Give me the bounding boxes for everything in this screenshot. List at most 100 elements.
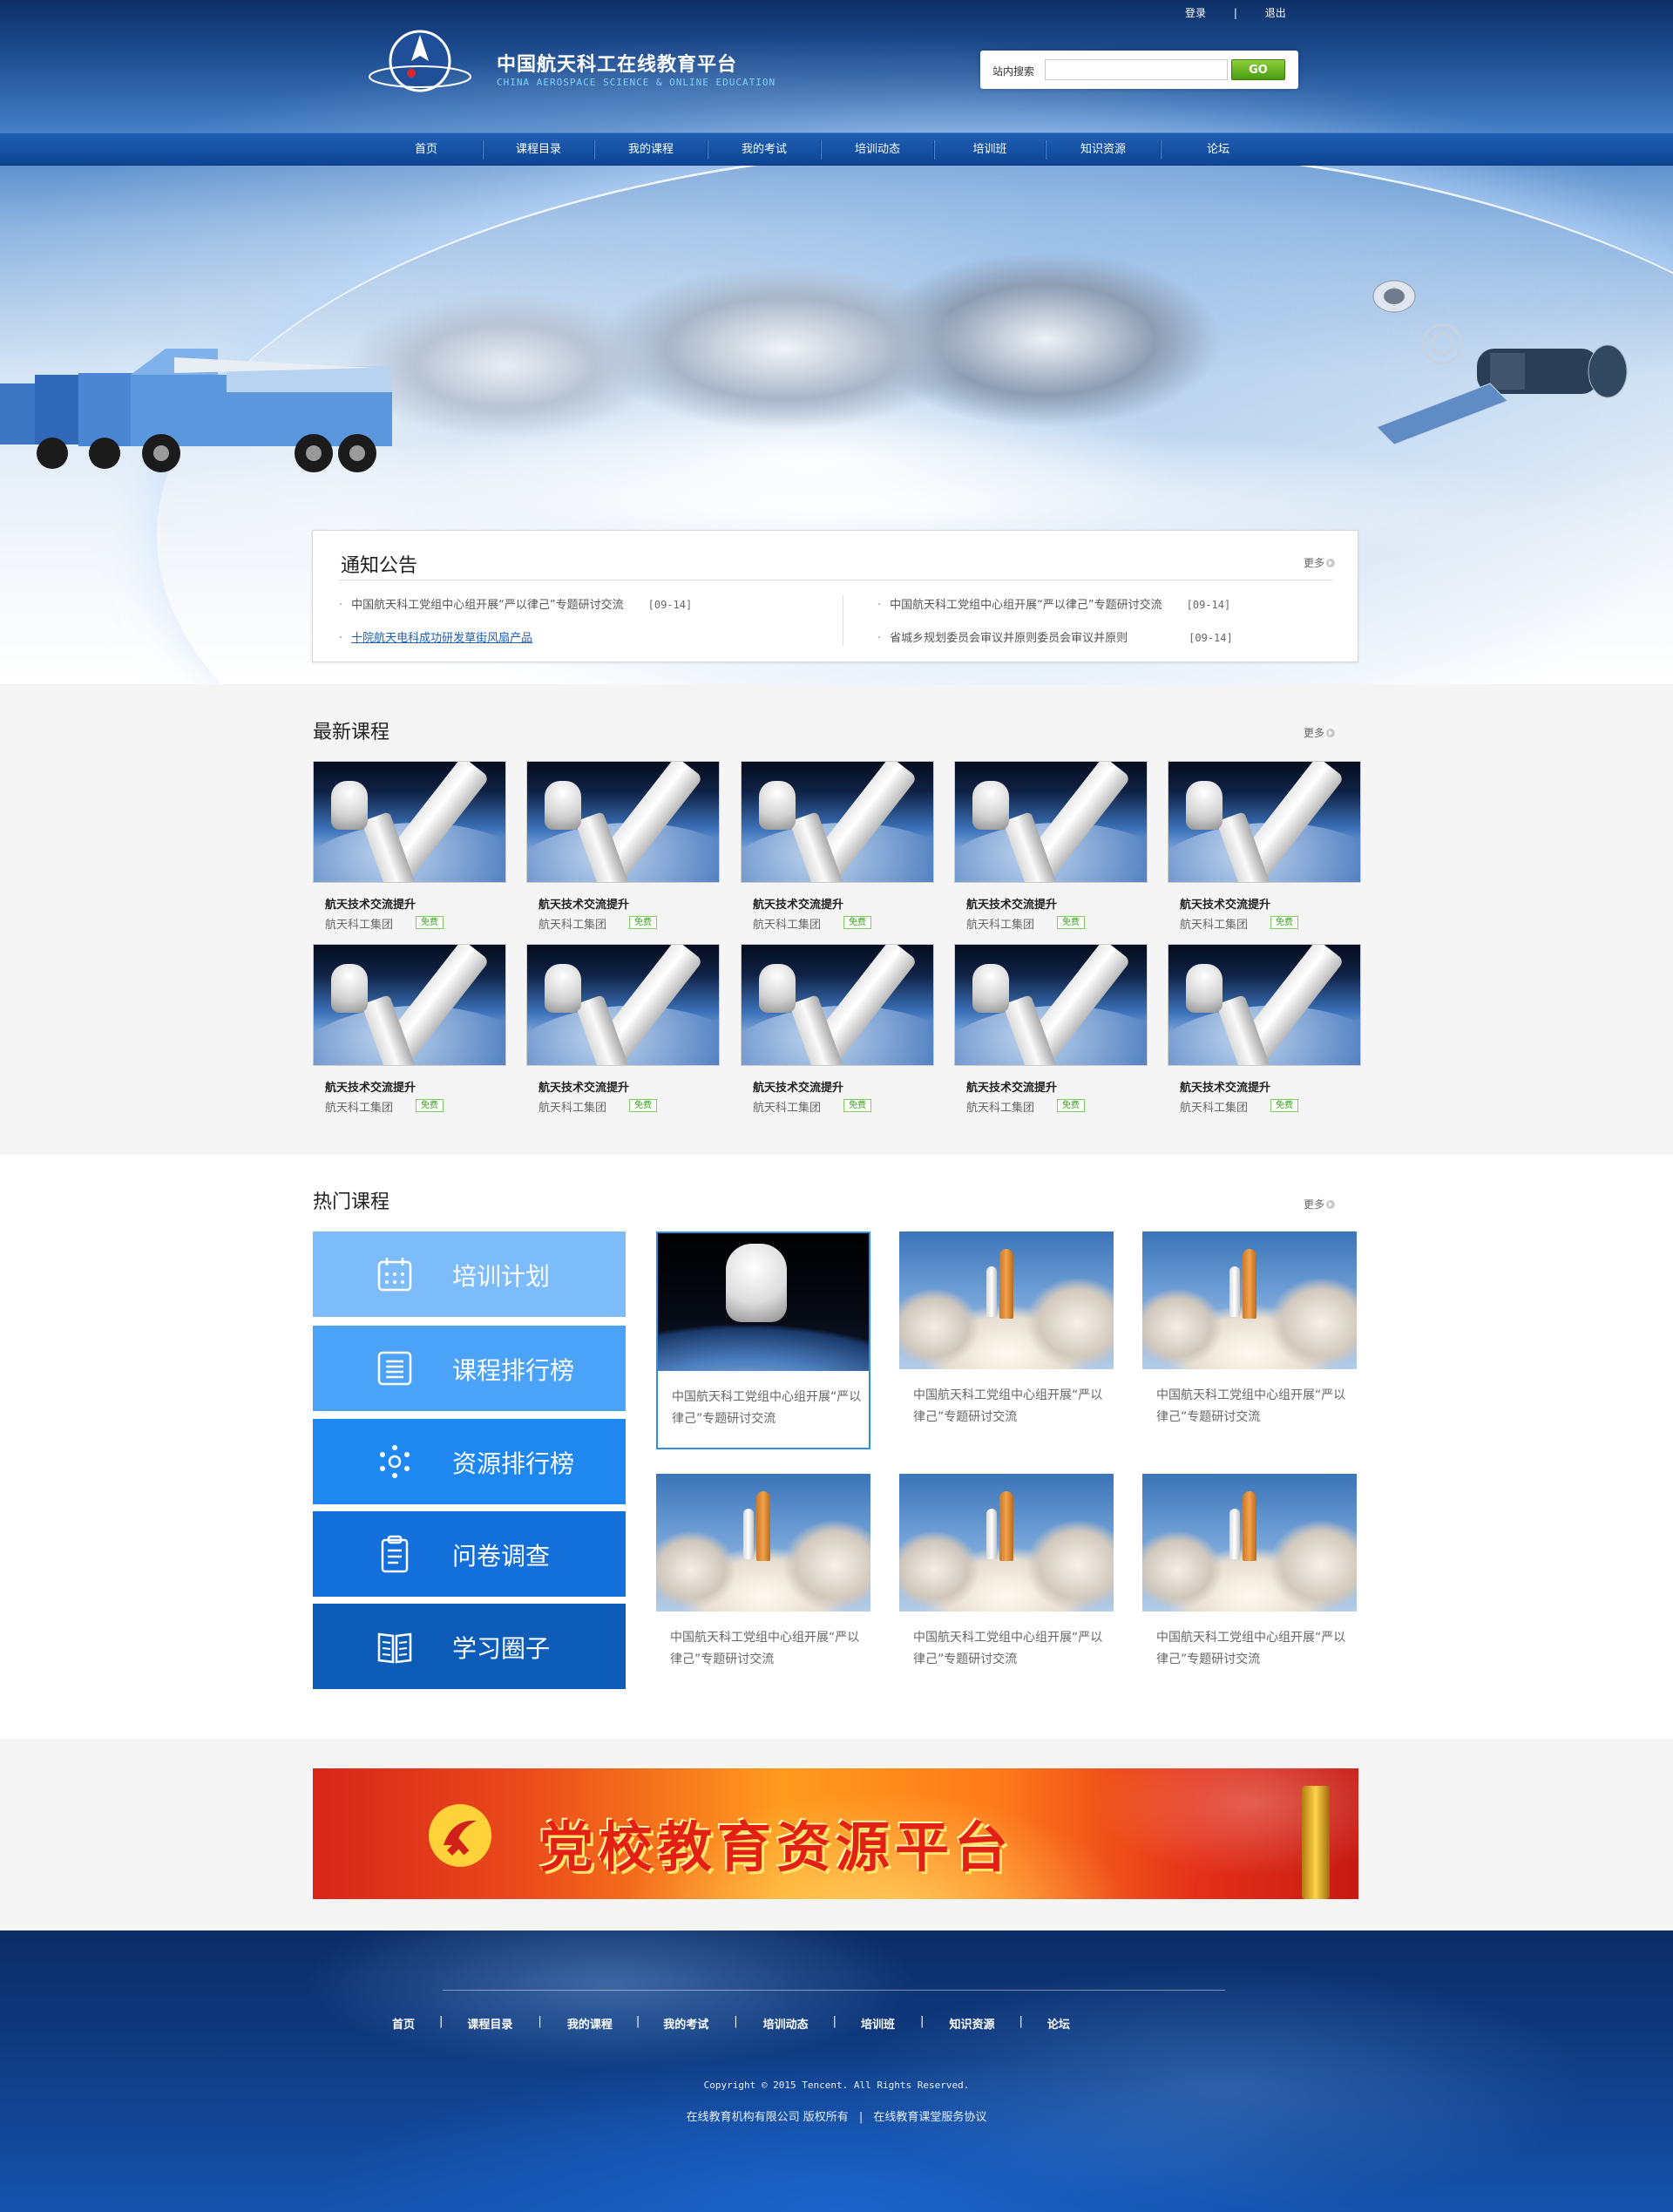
notice-item-date: [09-14] bbox=[647, 599, 693, 611]
nav-item[interactable]: 我的考试 bbox=[708, 133, 820, 166]
nav-item[interactable]: 论坛 bbox=[1162, 133, 1275, 166]
nav-item[interactable]: 知识资源 bbox=[1046, 133, 1160, 166]
casic-logo bbox=[369, 30, 471, 92]
party-school-banner[interactable]: 党校教育资源平台 bbox=[313, 1768, 1358, 1899]
hot-course-card[interactable]: 中国航天科工党组中心组开展“严以律己”专题研讨交流 bbox=[899, 1474, 1114, 1692]
bullet-icon: · bbox=[339, 632, 343, 645]
course-card[interactable]: 航天技术交流提升 航天科工集团 免费 bbox=[1168, 761, 1361, 935]
latest-more-link[interactable]: 更多 bbox=[1304, 725, 1336, 740]
notice-item[interactable]: · 中国航天科工党组中心组开展“严以律己”专题研讨交流 [09-14] bbox=[877, 595, 1230, 612]
footer-nav-item[interactable]: 培训动态 bbox=[763, 2015, 809, 2032]
course-card[interactable]: 航天技术交流提升 航天科工集团 免费 bbox=[741, 944, 934, 1118]
resource-ranking-button[interactable]: 资源排行榜 bbox=[313, 1419, 626, 1504]
huabiao-pillar-image bbox=[1302, 1786, 1330, 1899]
course-thumbnail bbox=[954, 944, 1148, 1066]
hot-course-card[interactable]: 中国航天科工党组中心组开展“严以律己”专题研讨交流 bbox=[899, 1232, 1114, 1449]
service-agreement-link[interactable]: 在线教育课堂服务协议 bbox=[873, 2111, 986, 2124]
course-card[interactable]: 航天技术交流提升 航天科工集团 免费 bbox=[526, 761, 720, 935]
company-separator: | bbox=[858, 2111, 864, 2124]
site-title: 中国航天科工在线教育平台 bbox=[497, 54, 738, 76]
free-badge: 免费 bbox=[843, 916, 871, 929]
top-links-separator: | bbox=[1233, 7, 1237, 19]
footer-nav-item[interactable]: 我的考试 bbox=[663, 2015, 708, 2032]
thumb-astronaut bbox=[545, 781, 581, 830]
notice-item[interactable]: · 十院航天电科成功研发草街风扇产品 bbox=[339, 628, 532, 645]
survey-label: 问卷调查 bbox=[452, 1542, 551, 1571]
notice-item[interactable]: · 省城乡规划委员会审议并原则委员会审议并原则 [09-14] bbox=[877, 628, 1233, 645]
course-card[interactable]: 航天技术交流提升 航天科工集团 免费 bbox=[954, 944, 1148, 1118]
footer-nav-item[interactable]: 论坛 bbox=[1047, 2015, 1070, 2032]
book-icon bbox=[377, 1632, 412, 1664]
hot-course-desc: 中国航天科工党组中心组开展“严以律己”专题研讨交流 bbox=[913, 1388, 1103, 1424]
study-circle-label: 学习圈子 bbox=[452, 1634, 551, 1663]
footer-nav-item[interactable]: 首页 bbox=[392, 2015, 415, 2032]
thumb-astronaut bbox=[972, 781, 1009, 830]
main-nav: 首页 课程目录 我的课程 我的考试 培训动态 培训班 知识资源 论坛 bbox=[0, 132, 1673, 166]
course-org: 航天科工集团 bbox=[1180, 919, 1249, 932]
training-plan-label: 培训计划 bbox=[452, 1262, 551, 1291]
search-go-button[interactable]: GO bbox=[1231, 59, 1285, 80]
hot-course-desc: 中国航天科工党组中心组开展“严以律己”专题研讨交流 bbox=[1156, 1388, 1346, 1424]
hot-course-card[interactable]: 中国航天科工党组中心组开展“严以律己”专题研讨交流 bbox=[656, 1474, 870, 1692]
nav-item[interactable]: 培训班 bbox=[935, 133, 1045, 166]
nav-item[interactable]: 首页 bbox=[370, 133, 482, 166]
course-card[interactable]: 航天技术交流提升 航天科工集团 免费 bbox=[954, 761, 1148, 935]
course-card[interactable]: 航天技术交流提升 航天科工集团 免费 bbox=[313, 761, 506, 935]
thumb-astronaut bbox=[972, 964, 1009, 1013]
nav-item[interactable]: 课程目录 bbox=[484, 133, 593, 166]
hot-course-thumbnail bbox=[658, 1233, 869, 1371]
notice-more-link[interactable]: 更多 bbox=[1304, 555, 1336, 570]
banner-title: 党校教育资源平台 bbox=[539, 1815, 1014, 1879]
nav-item[interactable]: 培训动态 bbox=[822, 133, 933, 166]
more-arrow-icon bbox=[1326, 559, 1336, 567]
hot-course-card[interactable]: 中国航天科工党组中心组开展“严以律己”专题研讨交流 bbox=[1142, 1232, 1357, 1449]
course-name: 航天技术交流提升 bbox=[325, 899, 417, 912]
footer-nav-separator: | bbox=[439, 2015, 444, 2028]
course-ranking-button[interactable]: 课程排行榜 bbox=[313, 1326, 626, 1411]
free-badge: 免费 bbox=[1270, 916, 1298, 929]
site-subtitle: CHINA AEROSPACE SCIENCE & ONLINE EDUCATI… bbox=[497, 77, 776, 88]
course-thumbnail bbox=[313, 761, 506, 883]
footer-nav-item[interactable]: 知识资源 bbox=[949, 2015, 994, 2032]
logout-link[interactable]: 退出 bbox=[1265, 5, 1286, 20]
notice-item-text: 中国航天科工党组中心组开展“严以律己”专题研讨交流 bbox=[351, 599, 624, 612]
footer-nav-item[interactable]: 课程目录 bbox=[467, 2015, 512, 2032]
main-nav-items: 首页 课程目录 我的课程 我的考试 培训动态 培训班 知识资源 论坛 bbox=[370, 133, 1275, 166]
course-thumbnail bbox=[526, 944, 720, 1066]
footer-nav-item[interactable]: 培训班 bbox=[861, 2015, 895, 2032]
login-link[interactable]: 登录 bbox=[1185, 5, 1206, 20]
hot-more-link[interactable]: 更多 bbox=[1304, 1197, 1336, 1211]
nav-item[interactable]: 我的课程 bbox=[595, 133, 707, 166]
hot-course-thumbnail bbox=[656, 1474, 870, 1612]
course-name: 航天技术交流提升 bbox=[538, 1082, 630, 1095]
search-input[interactable] bbox=[1045, 59, 1228, 80]
course-org: 航天科工集团 bbox=[1180, 1102, 1249, 1115]
more-arrow-icon bbox=[1326, 1200, 1336, 1209]
survey-button[interactable]: 问卷调查 bbox=[313, 1511, 626, 1597]
hot-courses-section: 热门课程 更多 培训计划 课程排行榜 资源排行榜 问卷调查 学习圈子 中国航天科… bbox=[0, 1155, 1673, 1739]
clipboard-icon bbox=[381, 1535, 409, 1573]
missile-trucks-image bbox=[0, 349, 392, 472]
study-circle-button[interactable]: 学习圈子 bbox=[313, 1604, 626, 1689]
course-org: 航天科工集团 bbox=[966, 1102, 1035, 1115]
course-org: 航天科工集团 bbox=[753, 919, 822, 932]
course-card[interactable]: 航天技术交流提升 航天科工集团 免费 bbox=[741, 761, 934, 935]
training-plan-button[interactable]: 培训计划 bbox=[313, 1232, 626, 1317]
footer-nav-separator: | bbox=[832, 2015, 837, 2028]
top-links: 登录 | 退出 bbox=[1185, 5, 1286, 20]
footer-nav-item[interactable]: 我的课程 bbox=[567, 2015, 613, 2032]
course-name: 航天技术交流提升 bbox=[538, 899, 630, 912]
bullet-icon: · bbox=[339, 599, 343, 612]
hot-course-card[interactable]: 中国航天科工党组中心组开展“严以律己”专题研讨交流 bbox=[656, 1232, 870, 1449]
footer-nav-separator: | bbox=[538, 2015, 542, 2028]
course-card[interactable]: 航天技术交流提升 航天科工集团 免费 bbox=[526, 944, 720, 1118]
notice-item[interactable]: · 中国航天科工党组中心组开展“严以律己”专题研讨交流 [09-14] bbox=[339, 595, 692, 612]
bullet-icon: · bbox=[877, 632, 882, 645]
hot-course-card[interactable]: 中国航天科工党组中心组开展“严以律己”专题研讨交流 bbox=[1142, 1474, 1357, 1692]
course-card[interactable]: 航天技术交流提升 航天科工集团 免费 bbox=[313, 944, 506, 1118]
footer-nav: 首页 | 课程目录 | 我的课程 | 我的考试 | 培训动态 | 培训班 | 知识资源 | 论坛 bbox=[392, 2015, 1070, 2032]
course-card[interactable]: 航天技术交流提升 航天科工集团 免费 bbox=[1168, 944, 1361, 1118]
free-badge: 免费 bbox=[1057, 916, 1085, 929]
footer-nav-separator: | bbox=[920, 2015, 925, 2028]
more-arrow-icon bbox=[1326, 729, 1336, 737]
